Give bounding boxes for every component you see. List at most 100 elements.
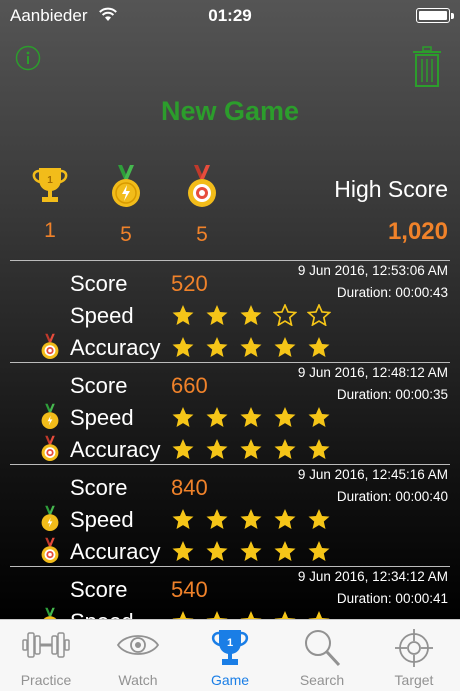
speed-stars	[171, 304, 331, 326]
star-filled-icon	[308, 337, 330, 357]
star-filled-icon	[206, 439, 228, 459]
gold-medal-icon	[112, 165, 140, 207]
accuracy-label: Accuracy	[70, 437, 161, 462]
crosshair-icon	[395, 629, 433, 667]
star-filled-icon	[172, 337, 194, 357]
info-icon[interactable]	[15, 45, 41, 71]
star-filled-icon	[172, 305, 194, 325]
speed-label: Speed	[70, 303, 134, 328]
tab-label: Practice	[20, 672, 72, 688]
speed-stars	[171, 406, 331, 428]
target-medal-stat: 5	[172, 165, 232, 247]
eye-icon	[116, 635, 160, 655]
star-filled-icon	[240, 407, 262, 427]
score-value: 660	[171, 373, 208, 398]
svg-text:1: 1	[227, 637, 233, 649]
star-filled-icon	[206, 509, 228, 529]
tab-label: Search	[299, 672, 345, 688]
high-score-value: 1,020	[387, 218, 448, 245]
star-filled-icon	[308, 509, 330, 529]
star-empty-icon	[273, 304, 297, 326]
star-filled-icon	[274, 337, 296, 357]
tab-search[interactable]: Search	[276, 620, 368, 691]
gold-medal-count: 5	[120, 223, 132, 246]
tab-watch[interactable]: Watch	[92, 620, 184, 691]
high-score-label: High Score	[334, 176, 448, 202]
search-icon	[305, 630, 341, 667]
game-row[interactable]: 9 Jun 2016, 12:53:06 AM Duration: 00:00:4…	[10, 260, 450, 362]
game-row[interactable]: 9 Jun 2016, 12:45:16 AM Duration: 00:00:4…	[10, 464, 450, 566]
tab-label: Target	[394, 672, 434, 688]
star-filled-icon	[172, 407, 194, 427]
tab-label: Game	[210, 672, 250, 688]
game-date: 9 Jun 2016, 12:34:12 AM	[297, 569, 448, 584]
score-label: Score	[70, 475, 128, 500]
dumbbell-icon	[22, 632, 70, 658]
star-filled-icon	[274, 541, 296, 561]
trash-icon[interactable]	[412, 46, 442, 88]
star-filled-icon	[206, 337, 228, 357]
game-row[interactable]: 9 Jun 2016, 12:48:12 AM Duration: 00:00:3…	[10, 362, 450, 464]
accuracy-stars	[171, 540, 331, 562]
game-date: 9 Jun 2016, 12:48:12 AM	[297, 365, 448, 380]
game-date: 9 Jun 2016, 12:45:16 AM	[297, 467, 448, 482]
target-medal-icon	[188, 165, 216, 207]
score-label: Score	[70, 577, 128, 602]
star-filled-icon	[274, 509, 296, 529]
gold-medal-stat: 5	[96, 165, 156, 247]
tab-label: Watch	[118, 672, 158, 688]
svg-text:1: 1	[47, 175, 53, 186]
star-filled-icon	[240, 439, 262, 459]
speed-medal-icon	[41, 505, 59, 531]
star-filled-icon	[172, 439, 194, 459]
star-filled-icon	[240, 541, 262, 561]
star-filled-icon	[308, 541, 330, 561]
star-filled-icon	[308, 407, 330, 427]
accuracy-label: Accuracy	[70, 335, 161, 360]
star-filled-icon	[172, 541, 194, 561]
speed-stars	[171, 508, 331, 530]
trophy-count: 1	[44, 219, 56, 242]
accuracy-medal-icon	[41, 333, 59, 359]
game-duration: Duration: 00:00:43	[336, 285, 448, 300]
star-filled-icon	[206, 305, 228, 325]
star-filled-icon	[240, 337, 262, 357]
speed-label: Speed	[70, 507, 134, 532]
star-filled-icon	[308, 439, 330, 459]
accuracy-medal-icon	[41, 537, 59, 563]
game-duration: Duration: 00:00:41	[336, 591, 448, 606]
trophy-icon: 1	[32, 168, 68, 202]
battery-icon	[416, 8, 454, 23]
accuracy-label: Accuracy	[70, 539, 161, 564]
score-value: 540	[171, 577, 208, 602]
clock: 01:29	[208, 6, 252, 25]
score-label: Score	[70, 373, 128, 398]
game-duration: Duration: 00:00:40	[336, 489, 448, 504]
star-filled-icon	[274, 439, 296, 459]
star-filled-icon	[240, 509, 262, 529]
score-value: 840	[171, 475, 208, 500]
star-filled-icon	[206, 407, 228, 427]
tab-game[interactable]: 1 Game	[184, 620, 276, 691]
speed-label: Speed	[70, 405, 134, 430]
game-date: 9 Jun 2016, 12:53:06 AM	[297, 263, 448, 278]
game-duration: Duration: 00:00:35	[336, 387, 448, 402]
trophy-icon: 1	[211, 630, 249, 665]
accuracy-stars	[171, 438, 331, 460]
tab-practice[interactable]: Practice	[0, 620, 92, 691]
star-filled-icon	[172, 509, 194, 529]
speed-medal-icon	[41, 403, 59, 429]
score-label: Score	[70, 271, 128, 296]
status-bar: Aanbieder 01:29	[0, 0, 460, 32]
tab-target[interactable]: Target	[368, 620, 460, 691]
score-value: 520	[171, 271, 208, 296]
accuracy-stars	[171, 336, 331, 358]
accuracy-medal-icon	[41, 435, 59, 461]
star-filled-icon	[206, 541, 228, 561]
star-filled-icon	[274, 407, 296, 427]
trophy-stat: 1 1	[20, 165, 80, 243]
new-game-button[interactable]: New Game	[0, 96, 460, 127]
star-empty-icon	[307, 304, 331, 326]
target-medal-count: 5	[196, 223, 208, 246]
tab-bar: Practice Watch 1 Game Search Target	[0, 619, 460, 691]
